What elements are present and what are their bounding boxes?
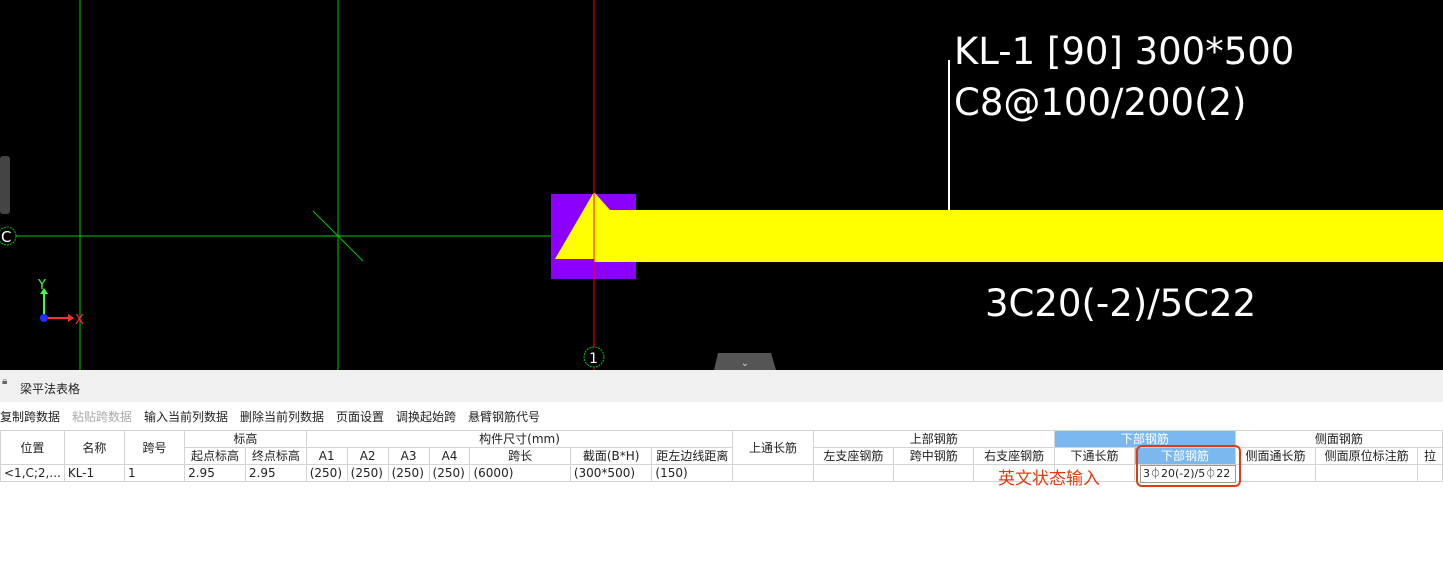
header-end-elev[interactable]: 终点标高	[244, 447, 307, 465]
page-setup-button[interactable]: 页面设置	[336, 408, 384, 425]
header-left-support[interactable]: 左支座钢筋	[812, 447, 895, 465]
header-edge-distance[interactable]: 距左边线距离	[651, 447, 734, 465]
swap-start-span-button[interactable]: 调换起始跨	[396, 408, 456, 425]
svg-text:⌄: ⌄	[741, 358, 749, 369]
header-name[interactable]: 名称	[63, 430, 126, 465]
copy-span-data-button[interactable]: 复制跨数据	[0, 408, 60, 425]
gizmo-y-label: Y	[37, 278, 46, 293]
header-a2[interactable]: A2	[346, 447, 389, 465]
cell-section[interactable]: (300*500)	[569, 464, 653, 482]
header-side-in-situ[interactable]: 侧面原位标注筋	[1315, 447, 1419, 465]
header-top-through[interactable]: 上通长筋	[732, 430, 814, 465]
input-column-data-button[interactable]: 输入当前列数据	[144, 408, 228, 425]
axis-label-1: 1	[589, 351, 598, 367]
cell-start-elev[interactable]: 2.95	[184, 464, 246, 482]
cad-viewport[interactable]: ⌄ C 1 X Y KL-1 [90] 300*500 C8@100/200(2…	[0, 0, 1443, 370]
cell-name[interactable]: KL-1	[63, 464, 126, 482]
annotation-note: 英文状态输入	[998, 469, 1100, 489]
cell-a4[interactable]: (250)	[428, 464, 471, 482]
cell-tie[interactable]	[1417, 464, 1443, 482]
annotation-highlight-box	[1136, 445, 1241, 487]
header-span-no[interactable]: 跨号	[123, 430, 186, 465]
beam	[555, 192, 1443, 262]
cell-a2[interactable]: (250)	[346, 464, 389, 482]
header-right-support[interactable]: 右支座钢筋	[973, 447, 1055, 465]
cell-top-through[interactable]	[732, 464, 814, 482]
cell-position[interactable]: <1,C;2,...	[0, 464, 65, 482]
header-dims[interactable]: 构件尺寸(mm)	[305, 430, 734, 448]
delete-column-data-button[interactable]: 删除当前列数据	[240, 408, 324, 425]
bottom-rebar-label: 3C20(-2)/5C22	[985, 282, 1257, 325]
gizmo-origin	[40, 314, 48, 322]
header-side-through[interactable]: 侧面通长筋	[1234, 447, 1317, 465]
header-position[interactable]: 位置	[0, 430, 65, 465]
header-top-rebar[interactable]: 上部钢筋	[812, 430, 1055, 448]
cell-mid-span[interactable]	[893, 464, 975, 482]
header-mid-span[interactable]: 跨中钢筋	[893, 447, 975, 465]
cell-side-through[interactable]	[1234, 464, 1317, 482]
header-a3[interactable]: A3	[387, 447, 430, 465]
header-elevation[interactable]: 标高	[184, 430, 307, 448]
header-a1[interactable]: A1	[305, 447, 348, 465]
cell-span-no[interactable]: 1	[123, 464, 186, 482]
panel-title: 梁平法表格	[20, 382, 81, 396]
beam-label-stirrup: C8@100/200(2)	[954, 81, 1247, 124]
cell-span-length[interactable]: (6000)	[469, 464, 571, 482]
header-tie[interactable]: 拉	[1417, 447, 1443, 465]
header-a4[interactable]: A4	[428, 447, 471, 465]
header-span-length[interactable]: 跨长	[469, 447, 571, 465]
beam-label-name: KL-1 [90] 300*500	[954, 30, 1295, 73]
axis-label-c: C	[1, 228, 11, 246]
beam-table-panel: 🔒︎ 梁平法表格 复制跨数据 粘贴跨数据 输入当前列数据 删除当前列数据 页面设…	[0, 370, 1443, 588]
header-start-elev[interactable]: 起点标高	[184, 447, 246, 465]
lock-icon[interactable]: 🔒︎	[2, 376, 7, 387]
cell-a1[interactable]: (250)	[305, 464, 348, 482]
cell-side-in-situ[interactable]	[1315, 464, 1419, 482]
paste-span-data-button[interactable]: 粘贴跨数据	[72, 408, 132, 425]
header-bottom-through[interactable]: 下通长筋	[1053, 447, 1136, 465]
cantilever-rebar-code-button[interactable]: 悬臂钢筋代号	[468, 408, 540, 425]
cell-left-support[interactable]	[812, 464, 895, 482]
header-section[interactable]: 截面(B*H)	[569, 447, 653, 465]
cell-edge-distance[interactable]: (150)	[651, 464, 734, 482]
gizmo-x-label: X	[75, 313, 84, 328]
header-side-rebar[interactable]: 侧面钢筋	[1234, 430, 1443, 448]
cell-end-elev[interactable]: 2.95	[244, 464, 307, 482]
cell-a3[interactable]: (250)	[387, 464, 430, 482]
panel-titlebar: 🔒︎ 梁平法表格	[0, 370, 1443, 402]
left-collapse-handle	[0, 156, 10, 214]
